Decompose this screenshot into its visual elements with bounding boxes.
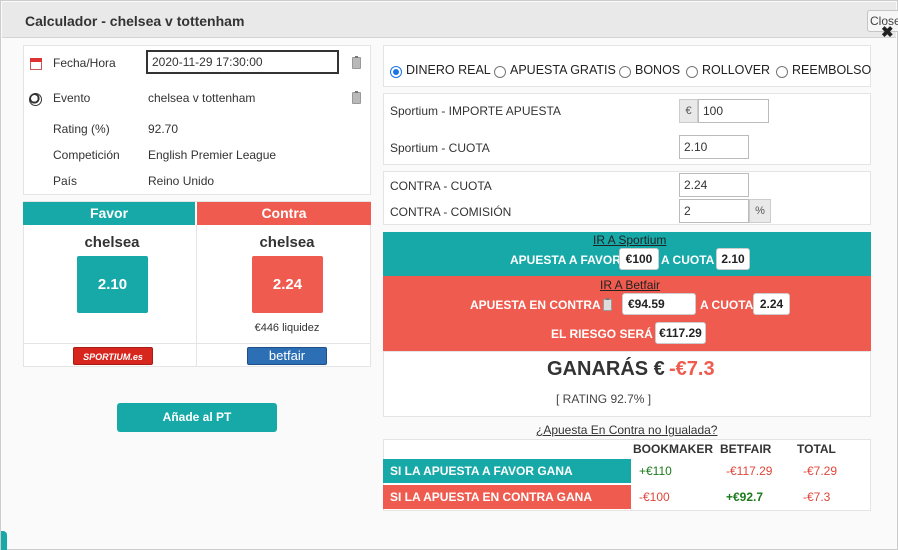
- stake-odd-label: Sportium - CUOTA: [390, 141, 490, 155]
- stake-odd-input[interactable]: [679, 135, 749, 159]
- win-label: GANARÁS €: [547, 358, 665, 380]
- radio-reembolso[interactable]: [776, 66, 788, 78]
- table-row-favor-betfair: -€117.29: [726, 464, 773, 478]
- side-tab[interactable]: [1, 531, 7, 550]
- radio-label-rollover: ROLLOVER: [702, 63, 771, 77]
- lay-odd-input[interactable]: [679, 173, 749, 197]
- add-to-pt-button[interactable]: Añade al PT: [117, 403, 277, 432]
- radio-dinero-real[interactable]: [390, 66, 402, 78]
- lay-at-text: A CUOTA: [700, 298, 754, 312]
- radio-rollover[interactable]: [686, 66, 698, 78]
- calculator-dialog: Calculador - chelsea v tottenham Close ✖…: [0, 0, 898, 550]
- table-row-favor-total: -€7.29: [803, 464, 838, 478]
- clipboard-icon[interactable]: [352, 91, 361, 104]
- event-label: Evento: [53, 91, 91, 105]
- competition-value: English Premier League: [148, 148, 277, 162]
- back-amount: €100: [619, 248, 659, 270]
- percent-addon: %: [749, 199, 771, 223]
- football-icon: [29, 93, 42, 106]
- col-header-bookmaker: BOOKMAKER: [633, 442, 713, 456]
- lay-commission-label: CONTRA - COMISIÓN: [390, 205, 512, 219]
- table-row-contra-label: SI LA APUESTA EN CONTRA GANA: [383, 485, 631, 509]
- radio-label-dinero-real: DINERO REAL: [406, 63, 491, 77]
- table-row-contra-total: -€7.3: [803, 490, 831, 504]
- favor-team: chelsea: [84, 234, 140, 251]
- lay-text: APUESTA EN CONTRA: [470, 298, 601, 312]
- country-label: País: [53, 174, 78, 188]
- col-header-total: TOTAL: [797, 442, 836, 456]
- radio-label-bonos: BONOS: [635, 63, 681, 77]
- unmatched-bet-link[interactable]: ¿Apuesta En Contra no Igualada?: [536, 423, 717, 437]
- lay-commission-input[interactable]: [679, 199, 749, 223]
- contra-header: Contra: [197, 202, 371, 225]
- clipboard-icon[interactable]: [352, 56, 361, 69]
- close-icon[interactable]: ✖: [881, 23, 894, 41]
- rating-value: 92.70: [148, 122, 179, 136]
- dialog-titlebar: Calculador - chelsea v tottenham: [2, 2, 896, 38]
- contra-odd-box[interactable]: 2.24: [252, 256, 323, 313]
- date-field[interactable]: [146, 50, 339, 74]
- go-sportium-link[interactable]: IR A Sportium: [593, 233, 666, 247]
- sportium-logo[interactable]: SPORTIUM.es: [73, 347, 153, 365]
- table-row-favor-bookmaker: +€110: [639, 464, 672, 478]
- lay-odd-label: CONTRA - CUOTA: [390, 179, 492, 193]
- lay-odd: 2.24: [753, 293, 790, 315]
- risk-amount: €117.29: [655, 322, 706, 344]
- radio-label-reembolso: REEMBOLSO: [792, 63, 872, 77]
- clipboard-icon[interactable]: [603, 298, 612, 311]
- table-row-contra-betfair: +€92.7: [726, 490, 764, 504]
- rating-label: Rating (%): [53, 122, 110, 136]
- contra-liquidity: €446 liquidez: [254, 322, 320, 334]
- stake-amount-label: Sportium - IMPORTE APUESTA: [390, 104, 561, 118]
- back-odd: 2.10: [716, 248, 750, 270]
- back-at-text: A CUOTA: [661, 253, 715, 267]
- logos-divider: [23, 343, 371, 344]
- lay-amount: €94.59: [622, 293, 696, 315]
- betfair-logo[interactable]: betfair: [247, 347, 327, 365]
- competition-label: Competición: [53, 148, 120, 162]
- radio-bonos[interactable]: [619, 66, 631, 78]
- win-value: -€7.3: [669, 358, 715, 380]
- event-value: chelsea v tottenham: [148, 91, 256, 105]
- calendar-icon: [30, 58, 42, 70]
- date-label: Fecha/Hora: [53, 56, 116, 70]
- risk-text: EL RIESGO SERÁ: [551, 327, 653, 341]
- col-header-betfair: BETFAIR: [720, 442, 772, 456]
- result-rating: [ RATING 92.7% ]: [556, 392, 652, 406]
- back-text: APUESTA A FAVOR: [510, 253, 621, 267]
- favor-odd-box[interactable]: 2.10: [77, 256, 148, 313]
- currency-addon: €: [679, 99, 698, 123]
- favor-header: Favor: [23, 202, 195, 225]
- go-betfair-link[interactable]: IR A Betfair: [600, 278, 660, 292]
- country-value: Reino Unido: [148, 174, 215, 188]
- dialog-title: Calculador - chelsea v tottenham: [25, 13, 245, 29]
- table-row-favor-label: SI LA APUESTA A FAVOR GANA: [383, 459, 631, 483]
- radio-apuesta-gratis[interactable]: [494, 66, 506, 78]
- radio-label-apuesta-gratis: APUESTA GRATIS: [510, 63, 616, 77]
- table-row-contra-bookmaker: -€100: [639, 490, 670, 504]
- stake-amount-input[interactable]: [698, 99, 769, 123]
- contra-team: chelsea: [259, 234, 315, 251]
